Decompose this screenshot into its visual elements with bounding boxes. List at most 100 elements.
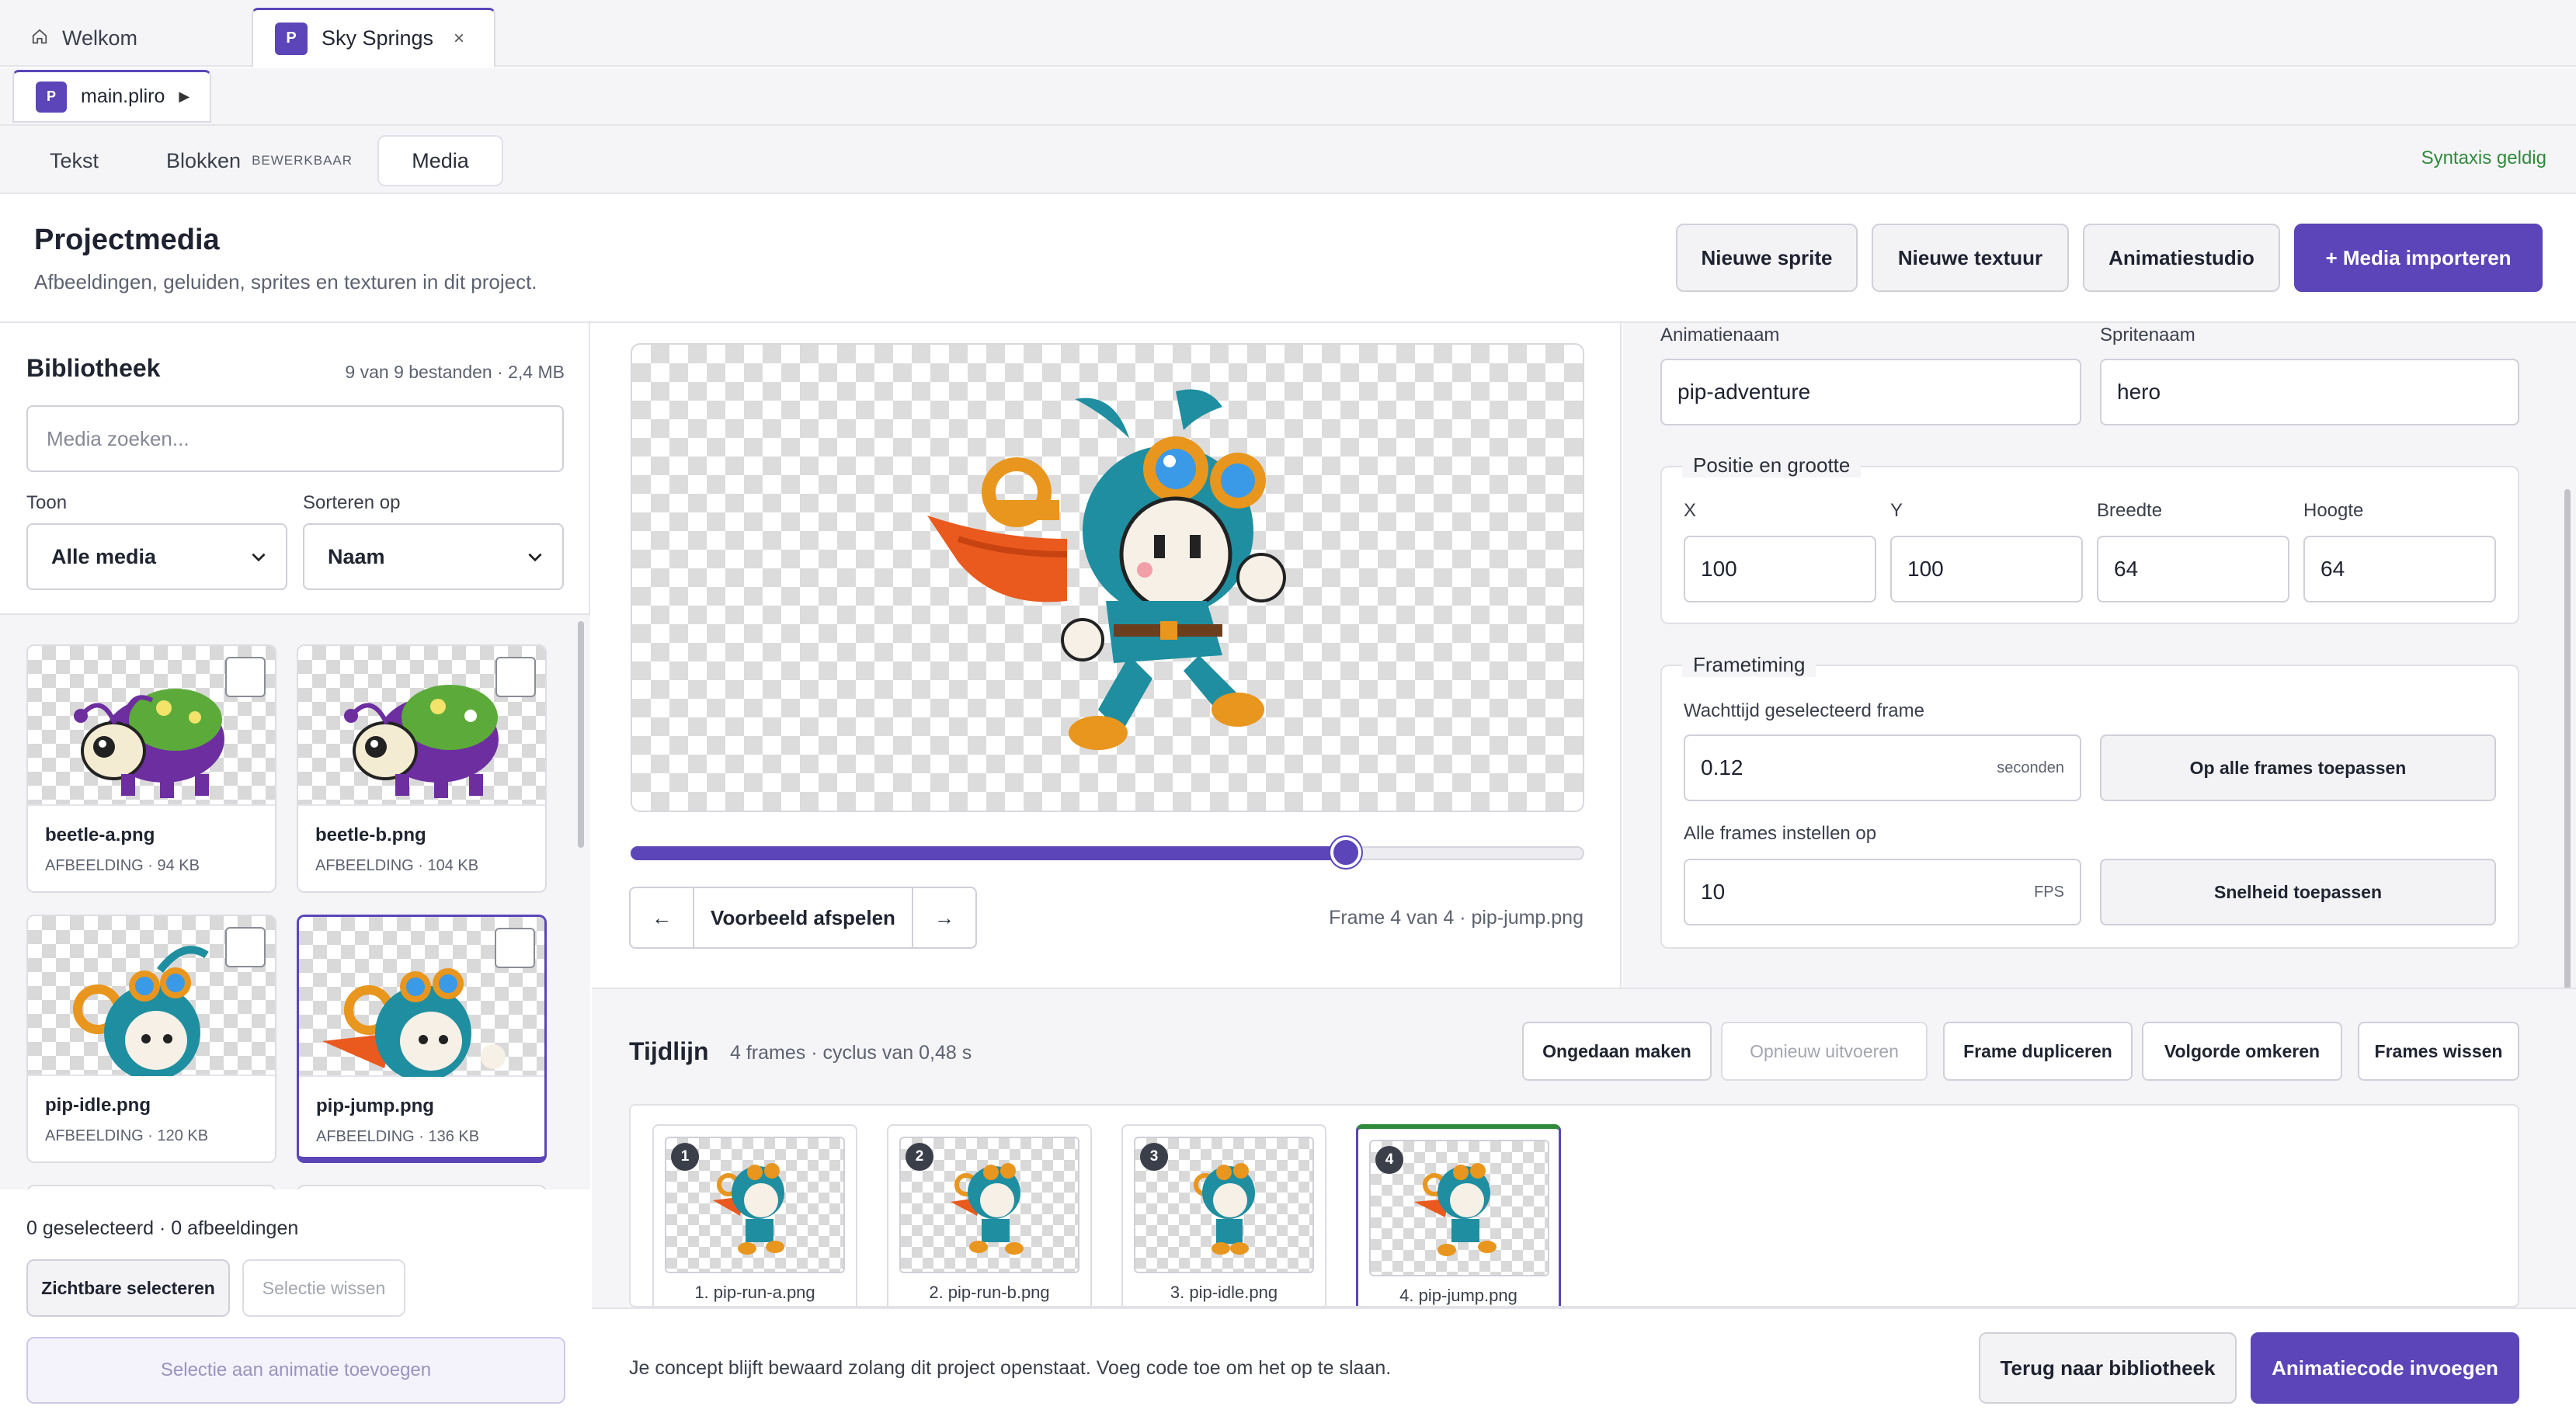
height-value: 64 [2320, 557, 2345, 581]
y-label: Y [1890, 500, 1903, 521]
animation-studio-button[interactable]: Animatiestudio [2083, 224, 2280, 292]
reverse-order-button[interactable]: Volgorde omkeren [2142, 1022, 2342, 1081]
tab-welcome-label: Welkom [62, 26, 138, 50]
timeline-frame-current[interactable]: 4 4. pip-jump.png [1356, 1124, 1561, 1306]
previous-frame-button[interactable]: ← [631, 888, 694, 947]
x-label: X [1684, 500, 1697, 521]
apply-all-frames-button[interactable]: Op alle frames toepassen [2100, 734, 2496, 801]
search-placeholder: Media zoeken... [47, 426, 189, 450]
media-grid: beetle-a.png AFBEELDING · 94 KB beetle-b… [0, 613, 590, 1189]
select-checkbox[interactable] [495, 657, 536, 697]
media-card[interactable]: pip-jump.png AFBEELDING · 136 KB [297, 915, 547, 1163]
sort-label: Sorteren op [303, 492, 401, 513]
frame-name: 2. pip-run-b.png [929, 1283, 1050, 1302]
timeline-strip: 1 1. pip-run-a.png 2 2. pip-run-b.png 3 … [629, 1104, 2519, 1307]
x-field[interactable]: 100 [1684, 536, 1876, 602]
tab-media-label: Media [412, 148, 469, 172]
frame-number: 2 [906, 1143, 933, 1171]
sprite-name-field[interactable]: hero [2100, 359, 2519, 425]
tab-blocks-label: Blokken [166, 148, 242, 172]
back-to-library-button[interactable]: Terug naar bibliotheek [1979, 1332, 2237, 1404]
file-tabbar [0, 68, 2576, 126]
search-input[interactable]: Media zoeken... [26, 405, 564, 472]
y-field[interactable]: 100 [1890, 536, 2083, 602]
tab-blocks[interactable]: Blokken BEWERKBAAR [148, 135, 371, 186]
editable-badge: BEWERKBAAR [252, 153, 353, 168]
timeline-subtitle: 4 frames · cyclus van 0,48 s [730, 1042, 972, 1064]
close-icon[interactable]: × [454, 28, 464, 50]
media-card[interactable]: pip-idle.png AFBEELDING · 120 KB [26, 915, 276, 1163]
wait-time-value: 0.12 [1701, 755, 1743, 779]
position-size-legend: Positie en grootte [1682, 453, 1862, 477]
select-checkbox[interactable] [225, 927, 266, 967]
animation-name-field[interactable]: pip-adventure [1660, 359, 2081, 425]
wait-time-label: Wachttijd geselecteerd frame [1684, 700, 1924, 721]
media-meta: AFBEELDING · 94 KB [45, 857, 200, 874]
all-frames-label: Alle frames instellen op [1684, 823, 1877, 844]
tab-media[interactable]: Media [377, 135, 503, 186]
library-count: 9 van 9 bestanden · 2,4 MB [345, 362, 565, 382]
project-badge-icon: P [275, 22, 308, 55]
play-triangle-icon[interactable]: ▶ [179, 89, 189, 105]
select-checkbox[interactable] [225, 657, 266, 697]
select-checkbox[interactable] [495, 928, 535, 968]
tab-welcome[interactable]: Welkom [31, 20, 137, 56]
timeline-frame[interactable]: 2 2. pip-run-b.png [887, 1124, 1092, 1306]
fps-field[interactable]: 10 FPS [1684, 859, 2081, 925]
file-name: main.pliro [81, 85, 165, 107]
syntax-status: Syntaxis geldig [2421, 148, 2546, 168]
width-field[interactable]: 64 [2097, 536, 2289, 602]
media-meta: AFBEELDING · 104 KB [315, 857, 479, 874]
width-value: 64 [2114, 557, 2139, 581]
media-name: beetle-b.png [315, 825, 426, 845]
tab-text[interactable]: Tekst [31, 135, 117, 186]
x-value: 100 [1701, 557, 1737, 581]
timeline-frame[interactable]: 1 1. pip-run-a.png [652, 1124, 857, 1306]
media-meta: AFBEELDING · 136 KB [316, 1128, 480, 1145]
media-card[interactable]: beetle-b.png AFBEELDING · 104 KB [297, 644, 547, 893]
frame-info: Frame 4 van 4 · pip-jump.png [1329, 907, 1583, 929]
duplicate-frame-button[interactable]: Frame dupliceren [1943, 1022, 2133, 1081]
sort-select-value: Naam [328, 544, 385, 568]
import-media-button[interactable]: + Media importeren [2294, 224, 2543, 292]
show-select[interactable]: Alle media [26, 523, 287, 590]
preview-canvas [631, 343, 1584, 812]
file-badge-icon: P [36, 81, 67, 113]
library-title: Bibliotheek [26, 354, 161, 382]
new-sprite-button[interactable]: Nieuwe sprite [1676, 224, 1858, 292]
media-name: pip-idle.png [45, 1095, 151, 1116]
wait-time-field[interactable]: 0.12 seconden [1684, 734, 2081, 801]
frame-number: 3 [1140, 1143, 1168, 1171]
y-value: 100 [1907, 557, 1944, 581]
play-preview-button[interactable]: Voorbeeld afspelen [694, 888, 913, 947]
insert-animation-code-button[interactable]: Animatiecode invoegen [2251, 1332, 2519, 1404]
frame-name: 1. pip-run-a.png [694, 1283, 815, 1302]
fps-unit: FPS [2034, 883, 2064, 901]
apply-speed-button[interactable]: Snelheid toepassen [2100, 859, 2496, 925]
undo-button[interactable]: Ongedaan maken [1522, 1022, 1712, 1081]
timeline-frame[interactable]: 3 3. pip-idle.png [1121, 1124, 1326, 1306]
preview-slider-handle[interactable] [1330, 837, 1361, 868]
select-visible-button[interactable]: Zichtbare selecteren [26, 1259, 230, 1317]
add-to-animation-button[interactable]: Selectie aan animatie toevoegen [26, 1337, 565, 1404]
library-scrollbar[interactable] [578, 621, 584, 848]
tab-sky-springs-label: Sky Springs [322, 26, 434, 50]
show-select-value: Alle media [51, 544, 157, 568]
media-meta: AFBEELDING · 120 KB [45, 1127, 209, 1144]
preview-slider-fill [631, 846, 1346, 860]
selection-info: 0 geselecteerd · 0 afbeeldingen [26, 1217, 299, 1239]
new-texture-button[interactable]: Nieuwe textuur [1872, 224, 2069, 292]
file-tab-main[interactable]: P main.pliro ▶ [12, 70, 211, 123]
media-name: beetle-a.png [45, 825, 155, 845]
next-frame-button[interactable]: → [913, 888, 975, 947]
timeline-title: Tijdlijn [629, 1037, 709, 1065]
clear-selection-button[interactable]: Selectie wissen [242, 1259, 405, 1317]
clear-frames-button[interactable]: Frames wissen [2358, 1022, 2519, 1081]
height-field[interactable]: 64 [2303, 536, 2496, 602]
frame-number: 1 [671, 1143, 699, 1171]
redo-button[interactable]: Opnieuw uitvoeren [1721, 1022, 1928, 1081]
playback-controls: ← Voorbeeld afspelen → [629, 887, 977, 949]
tab-sky-springs[interactable]: P Sky Springs × [252, 8, 495, 67]
media-card[interactable]: beetle-a.png AFBEELDING · 94 KB [26, 644, 276, 893]
sort-select[interactable]: Naam [303, 523, 564, 590]
